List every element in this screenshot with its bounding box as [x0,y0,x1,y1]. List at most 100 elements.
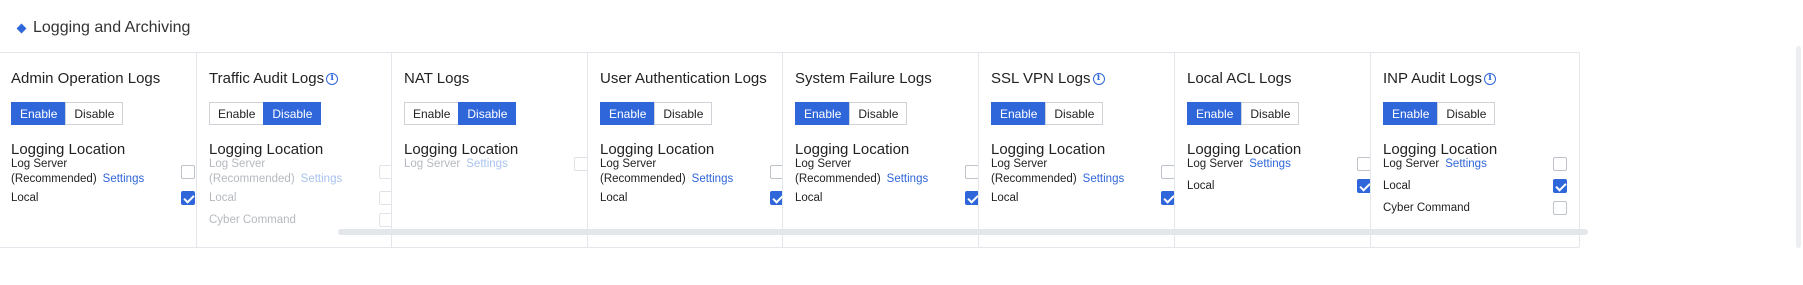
location-label-line1: Local [600,192,628,204]
location-label: Local [209,191,393,206]
settings-link[interactable]: Settings [692,173,734,185]
card-title-user-authentication-logs: User Authentication Logs [600,70,767,87]
location-label: Local [600,191,784,206]
card-title-inp-audit-logs: INP Audit Logs i [1383,70,1496,87]
settings-link[interactable]: Settings [103,173,145,185]
location-checkbox[interactable] [181,165,195,179]
location-label-line2: (Recommended) [795,173,881,185]
enable-button[interactable]: Enable [600,102,655,125]
enable-button[interactable]: Enable [795,102,850,125]
info-icon[interactable]: i [1092,72,1105,85]
settings-link[interactable]: Settings [1445,158,1487,170]
location-label-line2: (Recommended) [209,173,295,185]
logging-location-title: Logging Location [11,141,126,158]
location-row: Log Server Settings [1383,157,1567,172]
log-card: SSL VPN Logs i Enable Disable Logging Locati… [978,52,1188,248]
log-cards-container: Admin Operation Logs Enable Disable Logging… [0,52,1790,248]
settings-link[interactable]: Settings [1249,158,1291,170]
location-row: Log Server Settings [1187,157,1371,172]
location-checkbox[interactable] [574,157,588,171]
settings-link[interactable]: Settings [466,158,508,170]
horizontal-scrollbar[interactable] [338,229,1588,235]
location-row: Local [600,191,784,206]
location-label-line1: Log Server [1187,158,1244,170]
location-label: Log Server Settings [1187,157,1371,172]
location-label: Cyber Command [1383,201,1567,216]
location-checkbox[interactable] [1553,179,1567,193]
enable-button[interactable]: Enable [11,102,66,125]
location-checkbox[interactable] [1161,165,1175,179]
location-label-line1: Cyber Command [1383,202,1470,214]
location-label-line1: Log Server [404,158,461,170]
disable-button[interactable]: Disable [654,102,713,125]
disable-button[interactable]: Disable [1437,102,1496,125]
disable-button[interactable]: Disable [458,102,517,125]
location-label: Local [1383,179,1567,194]
logging-location-title: Logging Location [600,141,715,158]
info-icon[interactable]: i [326,72,339,85]
enable-button[interactable]: Enable [209,102,264,125]
settings-link[interactable]: Settings [1083,173,1125,185]
location-checkbox[interactable] [1357,157,1371,171]
location-label-line1: Local [11,192,39,204]
location-checkbox[interactable] [965,191,979,205]
location-row: Cyber Command [209,213,393,228]
log-card: NAT Logs Enable Disable Logging Location Log… [391,52,601,248]
location-label: Log Server Settings [404,157,588,172]
location-row: Local [1383,179,1567,194]
location-checkbox[interactable] [1553,157,1567,171]
location-checkbox[interactable] [965,165,979,179]
enable-disable-toggle: Enable Disable [795,102,908,125]
card-title-traffic-audit-logs: Traffic Audit Logs i [209,70,339,87]
location-label-line1: Log Server [11,158,68,170]
enable-button[interactable]: Enable [404,102,459,125]
card-title-text: System Failure Logs [795,70,932,87]
location-row: Log Server Settings [404,157,588,172]
location-label: Log Server Settings [1383,157,1567,172]
disable-button[interactable]: Disable [65,102,124,125]
settings-link[interactable]: Settings [887,173,929,185]
location-label-line1: Log Server [1383,158,1440,170]
settings-link[interactable]: Settings [301,173,343,185]
disable-button[interactable]: Disable [849,102,908,125]
location-checkbox[interactable] [181,191,195,205]
location-row: Cyber Command [1383,201,1567,216]
info-icon[interactable]: i [1483,72,1496,85]
enable-button[interactable]: Enable [1187,102,1242,125]
location-checkbox[interactable] [1357,179,1371,193]
logging-location-title: Logging Location [795,141,910,158]
disable-button[interactable]: Disable [1045,102,1104,125]
location-row: Local [795,191,979,206]
card-title-ssl-vpn-logs: SSL VPN Logs i [991,70,1105,87]
location-checkbox[interactable] [1553,201,1567,215]
location-label: Local [991,191,1175,206]
location-label: Log Server (Recommended) Settings [795,157,979,187]
diamond-icon [16,23,27,33]
enable-button[interactable]: Enable [1383,102,1438,125]
location-label-line1: Local [1383,180,1411,192]
card-title-text: NAT Logs [404,70,470,87]
location-label: Local [11,191,195,206]
location-label-line1: Log Server [209,158,266,170]
card-title-text: INP Audit Logs [1383,70,1482,87]
location-label: Cyber Command [209,213,393,228]
card-title-text: Admin Operation Logs [11,70,161,87]
disable-button[interactable]: Disable [263,102,322,125]
location-row: Local [209,191,393,206]
location-checkbox[interactable] [1161,191,1175,205]
card-title-text: User Authentication Logs [600,70,767,87]
vertical-scrollbar[interactable] [1796,46,1801,248]
location-row: Local [1187,179,1371,194]
location-row: Local [991,191,1175,206]
enable-disable-toggle: Enable Disable [1187,102,1300,125]
disable-button[interactable]: Disable [1241,102,1300,125]
location-label: Log Server (Recommended) Settings [11,157,195,187]
location-label-line1: Log Server [795,158,852,170]
card-title-text: SSL VPN Logs [991,70,1091,87]
location-label-line1: Local [795,192,823,204]
enable-button[interactable]: Enable [991,102,1046,125]
location-label: Local [795,191,979,206]
location-row: Log Server (Recommended) Settings [600,157,784,187]
log-card: Admin Operation Logs Enable Disable Logging… [0,52,208,248]
location-label-line2: (Recommended) [600,173,686,185]
